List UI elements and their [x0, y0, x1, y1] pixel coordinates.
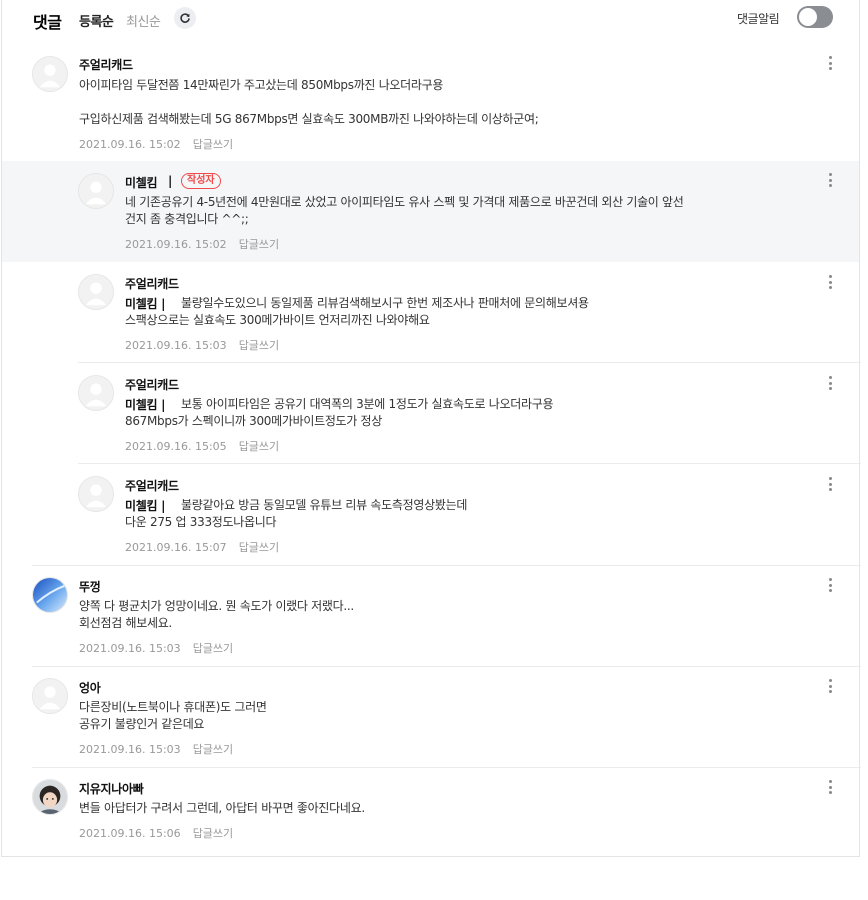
author-badge: 작성자 [181, 173, 221, 189]
more-options-icon[interactable] [825, 576, 835, 594]
comment-header: 댓글 등록순 최신순 댓글알림 [2, 0, 859, 40]
comment-date: 2021.09.16. 15:06 [79, 827, 181, 840]
comment-item: 주얼리캐드 아이피타임 두달전쯤 14만짜린가 주고샀는데 850Mbps까진 … [2, 40, 859, 160]
comment-nickname[interactable]: 미첼킴 [125, 174, 158, 191]
comment-date: 2021.09.16. 15:02 [125, 238, 227, 251]
divider [78, 362, 861, 363]
comment-date: 2021.09.16. 15:03 [79, 743, 181, 756]
avatar[interactable] [32, 678, 68, 714]
comment-text: 네 기존공유기 4-5년전에 4만원대로 샀었고 아이피타임도 유사 스펙 및 … [125, 195, 684, 226]
toggle-knob [799, 8, 817, 26]
comment-reply-item: 주얼리캐드 미첼킴 | 보통 아이피타임은 공유기 대역폭의 3분에 1정도가 … [2, 364, 861, 464]
more-options-icon[interactable] [825, 778, 835, 796]
comment-date: 2021.09.16. 15:03 [79, 642, 181, 655]
comment-meta: 2021.09.16. 15:02 답글쓰기 [79, 136, 233, 152]
comment-meta: 2021.09.16. 15:03 답글쓰기 [79, 741, 233, 757]
comment-date: 2021.09.16. 15:07 [125, 541, 227, 554]
comment-nickname[interactable]: 주얼리캐드 [125, 477, 179, 494]
comment-meta: 2021.09.16. 15:05 답글쓰기 [125, 438, 279, 454]
comment-nickname[interactable]: 주얼리캐드 [125, 376, 179, 393]
refresh-icon [180, 13, 190, 23]
divider [78, 463, 861, 464]
comment-text: 다른장비(노트북이나 휴대폰)도 그러면 공유기 불량인거 같은데요 [79, 700, 267, 731]
comment-text: 변들 아답터가 구려서 그런데, 아답터 바꾸면 좋아진다네요. [79, 801, 365, 815]
comment-nickname[interactable]: 엉아 [79, 679, 101, 696]
avatar[interactable] [32, 577, 68, 613]
refresh-button[interactable] [174, 7, 196, 29]
more-options-icon[interactable] [825, 475, 835, 493]
reply-button[interactable]: 답글쓰기 [239, 541, 279, 554]
more-options-icon[interactable] [825, 54, 835, 72]
avatar[interactable] [78, 274, 114, 310]
avatar[interactable] [78, 173, 114, 209]
reply-button[interactable]: 답글쓰기 [193, 827, 233, 840]
more-options-icon[interactable] [825, 171, 835, 189]
comment-notify-label: 댓글알림 [737, 12, 780, 26]
comment-nickname[interactable]: 뚜껑 [79, 578, 101, 595]
comment-text: 불량같아요 방금 동일모델 유튜브 리뷰 속도측정영상봤는데 다운 275 업 … [125, 498, 468, 529]
sort-by-registration-button[interactable]: 등록순 [79, 11, 114, 30]
comment-date: 2021.09.16. 15:03 [125, 339, 227, 352]
comment-panel: 댓글 등록순 최신순 댓글알림 주얼리캐드 아이피타임 두달전쯤 14만짜린가 … [1, 0, 861, 857]
sort-by-latest-button[interactable]: 최신순 [126, 11, 161, 30]
comment-text: 보통 아이피타임은 공유기 대역폭의 3분에 1정도가 실효속도로 나오더라구용… [125, 397, 554, 428]
comment-meta: 2021.09.16. 15:03 답글쓰기 [125, 337, 279, 353]
comment-nickname[interactable]: 주얼리캐드 [125, 275, 179, 292]
comment-nickname[interactable]: 지유지나아빠 [79, 780, 144, 797]
avatar[interactable] [78, 476, 114, 512]
comment-item: 엉아 다른장비(노트북이나 휴대폰)도 그러면 공유기 불량인거 같은데요 20… [2, 667, 859, 767]
comment-meta: 2021.09.16. 15:03 답글쓰기 [79, 640, 233, 656]
more-options-icon[interactable] [825, 374, 835, 392]
reply-button[interactable]: 답글쓰기 [193, 743, 233, 756]
comment-text: 아이피타임 두달전쯤 14만짜린가 주고샀는데 850Mbps까진 나오더라구용… [79, 78, 539, 126]
comment-meta: 2021.09.16. 15:06 답글쓰기 [79, 825, 233, 841]
avatar[interactable] [32, 56, 68, 92]
reply-button[interactable]: 답글쓰기 [239, 238, 279, 251]
more-options-icon[interactable] [825, 273, 835, 291]
comment-meta: 2021.09.16. 15:07 답글쓰기 [125, 539, 279, 555]
comment-text: 양쪽 다 평균치가 엉망이네요. 뭔 속도가 이랬다 저랬다... 회선점검 해… [79, 599, 354, 630]
comment-reply-item: 미첼킴 | 작성자 네 기존공유기 4-5년전에 4만원대로 샀었고 아이피타임… [2, 161, 859, 262]
comment-reply-item: 주얼리캐드 미첼킴 | 불량같아요 방금 동일모델 유튜브 리뷰 속도측정영상봤… [2, 465, 859, 565]
nickname-separator: | [168, 174, 173, 188]
comment-date: 2021.09.16. 15:02 [79, 138, 181, 151]
comment-date: 2021.09.16. 15:05 [125, 440, 227, 453]
more-options-icon[interactable] [825, 677, 835, 695]
reply-button[interactable]: 답글쓰기 [239, 339, 279, 352]
comment-text: 불량일수도있으니 동일제품 리뷰검색해보시구 한번 제조사나 판매처에 문의해보… [125, 296, 589, 327]
comment-nickname[interactable]: 주얼리캐드 [79, 56, 133, 73]
comment-notify-toggle[interactable] [797, 6, 833, 28]
comment-section-title: 댓글 [33, 13, 62, 32]
comment-meta: 2021.09.16. 15:02 답글쓰기 [125, 236, 279, 252]
reply-button[interactable]: 답글쓰기 [193, 642, 233, 655]
reply-button[interactable]: 답글쓰기 [193, 138, 233, 151]
comment-item: 뚜껑 양쪽 다 평균치가 엉망이네요. 뭔 속도가 이랬다 저랬다... 회선점… [2, 566, 859, 666]
comment-item: 지유지나아빠 변들 아답터가 구려서 그런데, 아답터 바꾸면 좋아진다네요. … [2, 768, 859, 856]
reply-button[interactable]: 답글쓰기 [239, 440, 279, 453]
avatar[interactable] [78, 375, 114, 411]
avatar[interactable] [32, 779, 68, 815]
comment-reply-item: 주얼리캐드 미첼킴 | 불량일수도있으니 동일제품 리뷰검색해보시구 한번 제조… [2, 263, 861, 363]
